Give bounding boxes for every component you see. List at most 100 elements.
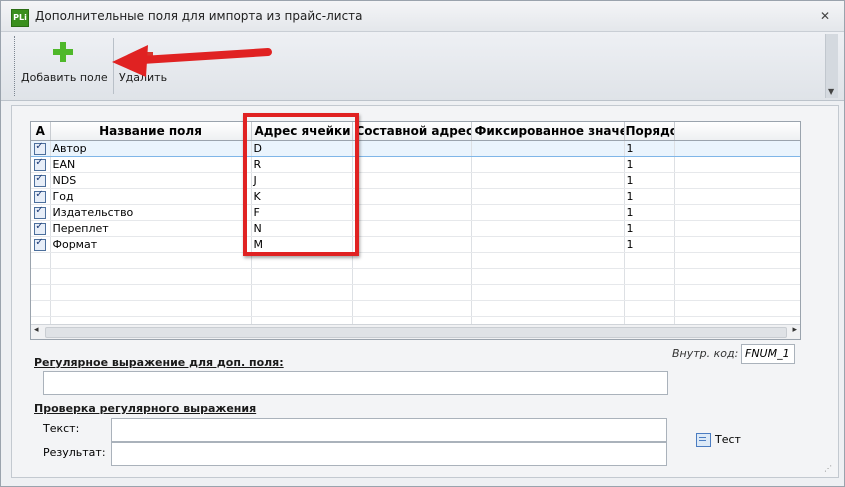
cell-checkbox[interactable]	[31, 156, 51, 173]
cell-checkbox[interactable]	[31, 236, 51, 253]
toolbar-scroll-button[interactable]: ▼	[825, 34, 838, 98]
cell-filler	[674, 140, 800, 157]
cell-checkbox[interactable]	[31, 140, 51, 157]
cell-name[interactable]: EAN	[50, 156, 252, 173]
table-row[interactable]: ГодK1	[31, 188, 800, 205]
table-row[interactable]: ФорматM1	[31, 236, 800, 253]
cell-name[interactable]: Формат	[50, 236, 252, 253]
col-header-composite[interactable]: Составной адрес	[352, 122, 472, 141]
cell-name[interactable]: Автор	[50, 140, 252, 157]
col-header-name[interactable]: Название поля	[50, 122, 252, 141]
cell-name[interactable]: Переплет	[50, 220, 252, 237]
cell-name[interactable]: Издательство	[50, 204, 252, 221]
empty-table-row	[31, 284, 800, 301]
empty-cell	[50, 284, 252, 301]
cell-order[interactable]: 1	[624, 204, 675, 221]
cell-checkbox[interactable]	[31, 204, 51, 221]
toolbar: Добавить поле Удалить ▼	[1, 32, 844, 101]
delete-button[interactable]: Удалить	[115, 38, 171, 94]
empty-cell	[251, 300, 353, 317]
scroll-left-icon[interactable]: ◂	[34, 325, 39, 335]
col-header-fixed[interactable]: Фиксированное значение	[471, 122, 625, 141]
cell-filler	[674, 204, 800, 221]
regex-input[interactable]	[43, 371, 668, 395]
empty-cell	[352, 252, 472, 269]
row-checkbox[interactable]	[34, 205, 47, 219]
col-header-order[interactable]: Порядок	[624, 122, 675, 141]
cell-name[interactable]: NDS	[50, 172, 252, 189]
cell-fixed[interactable]	[471, 140, 625, 157]
row-checkbox[interactable]	[34, 189, 47, 203]
close-button[interactable]: ✕	[820, 9, 830, 23]
result-field[interactable]	[111, 442, 667, 466]
row-checkbox[interactable]	[34, 221, 47, 235]
scroll-right-icon[interactable]: ▸	[792, 325, 797, 335]
table-row[interactable]: NDSJ1	[31, 172, 800, 189]
row-checkbox[interactable]	[34, 157, 47, 171]
row-checkbox[interactable]	[34, 142, 47, 155]
cell-composite[interactable]	[352, 140, 472, 157]
table-body: АвторD1EANR1NDSJ1ГодK1ИздательствоF1Пере…	[31, 140, 800, 333]
cell-fixed[interactable]	[471, 156, 625, 173]
cell-checkbox[interactable]	[31, 188, 51, 205]
empty-cell	[624, 284, 675, 301]
table-header-row: A Название поля Адрес ячейки Составной а…	[31, 122, 800, 141]
resize-grip-icon[interactable]: ⋰	[824, 464, 832, 473]
empty-cell	[50, 252, 252, 269]
horizontal-scrollbar[interactable]: ◂ ▸	[31, 324, 800, 339]
cell-fixed[interactable]	[471, 220, 625, 237]
empty-cell	[624, 268, 675, 285]
col-header-a[interactable]: A	[31, 122, 51, 141]
cell-composite[interactable]	[352, 156, 472, 173]
cell-order[interactable]: 1	[624, 172, 675, 189]
cell-composite[interactable]	[352, 172, 472, 189]
empty-cell	[674, 300, 800, 317]
scroll-thumb[interactable]	[45, 327, 787, 338]
plus-icon	[53, 42, 73, 62]
window-title: Дополнительные поля для импорта из прайс…	[35, 9, 363, 23]
cell-fixed[interactable]	[471, 172, 625, 189]
cell-fixed[interactable]	[471, 188, 625, 205]
table-row[interactable]: ПереплетN1	[31, 220, 800, 237]
result-label: Результат:	[43, 446, 106, 459]
empty-table-row	[31, 252, 800, 269]
empty-cell	[624, 252, 675, 269]
test-button[interactable]: Тест	[696, 433, 741, 447]
cell-checkbox[interactable]	[31, 172, 51, 189]
cell-fixed[interactable]	[471, 204, 625, 221]
internal-code-label: Внутр. код:	[672, 347, 739, 360]
cell-filler	[674, 220, 800, 237]
empty-cell	[674, 284, 800, 301]
empty-cell	[624, 300, 675, 317]
text-input[interactable]	[111, 418, 667, 442]
cell-composite[interactable]	[352, 188, 472, 205]
cell-name[interactable]: Год	[50, 188, 252, 205]
add-field-button[interactable]: Добавить поле	[21, 38, 108, 94]
cell-order[interactable]: 1	[624, 140, 675, 157]
cell-checkbox[interactable]	[31, 220, 51, 237]
cell-filler	[674, 236, 800, 253]
delete-label: Удалить	[118, 71, 168, 84]
cell-order[interactable]: 1	[624, 236, 675, 253]
cell-order[interactable]: 1	[624, 156, 675, 173]
cell-order[interactable]: 1	[624, 220, 675, 237]
table-row[interactable]: АвторD1	[31, 140, 800, 157]
row-checkbox[interactable]	[34, 173, 47, 187]
table-row[interactable]: EANR1	[31, 156, 800, 173]
cell-filler	[674, 172, 800, 189]
toolbar-grip[interactable]	[14, 36, 17, 96]
empty-cell	[31, 268, 51, 285]
toolbar-separator	[113, 38, 114, 94]
row-checkbox[interactable]	[34, 237, 47, 251]
cell-fixed[interactable]	[471, 236, 625, 253]
cell-composite[interactable]	[352, 204, 472, 221]
cell-order[interactable]: 1	[624, 188, 675, 205]
internal-code-field[interactable]: FNUM_1	[741, 344, 795, 364]
cell-composite[interactable]	[352, 220, 472, 237]
text-label: Текст:	[43, 422, 80, 435]
fields-grid: A Название поля Адрес ячейки Составной а…	[30, 121, 801, 340]
cell-composite[interactable]	[352, 236, 472, 253]
test-button-label: Тест	[715, 433, 741, 446]
table-row[interactable]: ИздательствоF1	[31, 204, 800, 221]
dialog-window: PLi Дополнительные поля для импорта из п…	[0, 0, 845, 487]
